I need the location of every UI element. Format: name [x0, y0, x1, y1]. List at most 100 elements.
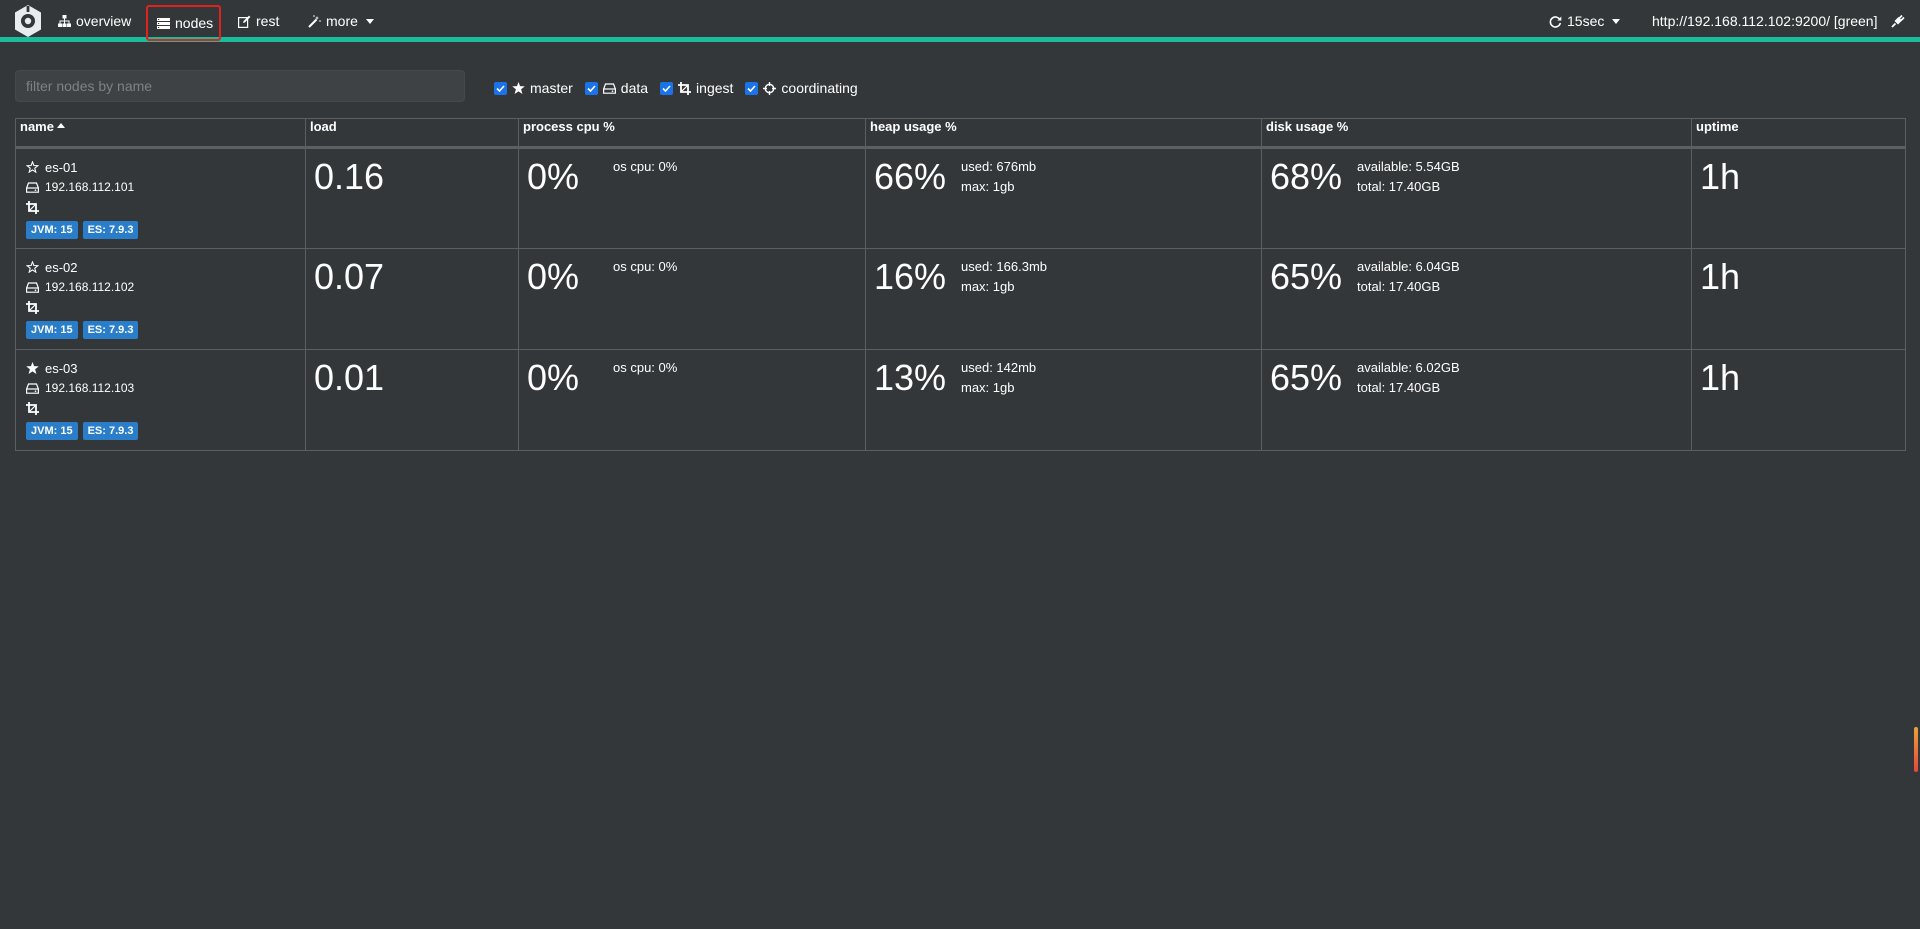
cerebro-logo-icon[interactable]: [13, 4, 43, 38]
chevron-down-icon: [365, 18, 374, 24]
column-header-name[interactable]: name: [15, 118, 306, 149]
server-icon: [157, 17, 170, 29]
node-info: es-01 192.168.112.101 JVM: 15 ES: 7.9.3: [16, 149, 305, 239]
data-checkbox[interactable]: [584, 81, 598, 95]
disk-total: total: 17.40GB: [1357, 179, 1441, 194]
node-name[interactable]: es-01: [45, 160, 78, 175]
heap-max: max: 1gb: [961, 380, 1015, 395]
node-name-line: es-01: [26, 157, 297, 177]
os-cpu-value: os cpu: 0%: [613, 259, 678, 274]
jvm-badge: JVM: 15: [26, 422, 78, 440]
column-header-load-label: load: [310, 119, 337, 134]
role-filter-coordinating[interactable]: coordinating: [745, 80, 858, 96]
disconnect-button[interactable]: [1882, 6, 1914, 36]
node-name[interactable]: es-03: [45, 361, 78, 376]
crop-icon: [26, 200, 39, 214]
node-ip-line: 192.168.112.102: [26, 277, 297, 297]
load-value: 0.01: [314, 357, 385, 398]
table-row: es-02 192.168.112.102 JVM: 15 ES: 7.9.3 …: [15, 248, 1906, 350]
role-filter-ingest[interactable]: ingest: [660, 80, 733, 96]
role-filter-ingest-label: ingest: [696, 80, 734, 96]
role-filter-master[interactable]: master: [494, 80, 573, 96]
disk-value: 65%: [1270, 357, 1343, 398]
role-filter-data[interactable]: data: [584, 80, 649, 96]
scroll-indicator[interactable]: [1914, 727, 1918, 772]
sort-asc-icon: [56, 123, 65, 128]
nav-rest[interactable]: rest: [229, 6, 288, 36]
uptime-value: 1h: [1700, 357, 1741, 398]
cluster-connection[interactable]: http://192.168.112.102:9200/ [green]: [1643, 6, 1886, 36]
node-ingest-line: [26, 398, 297, 418]
heap-value: 16%: [874, 256, 947, 297]
column-header-disk[interactable]: disk usage %: [1261, 118, 1692, 149]
top-navbar: overview nodes rest more 15sec http://19…: [0, 0, 1920, 42]
cpu-value: 0%: [527, 256, 580, 297]
edit-icon: [238, 15, 251, 28]
nav-more-label: more: [326, 13, 358, 29]
node-name-line: es-03: [26, 358, 297, 378]
nav-overview[interactable]: overview: [49, 6, 140, 36]
column-header-cpu[interactable]: process cpu %: [518, 118, 866, 149]
hdd-icon: [602, 82, 616, 94]
version-badges: JVM: 15 ES: 7.9.3: [26, 221, 297, 239]
table-row: es-03 192.168.112.103 JVM: 15 ES: 7.9.3 …: [15, 349, 1906, 451]
column-header-heap-label: heap usage %: [870, 119, 957, 134]
heap-used: used: 142mb: [961, 360, 1037, 375]
master-checkbox[interactable]: [494, 81, 507, 95]
nav-rest-label: rest: [256, 13, 280, 29]
coordinating-checkbox[interactable]: [745, 81, 759, 95]
plug-icon: [1891, 14, 1905, 28]
nav-overview-label: overview: [76, 13, 132, 29]
hdd-icon: [26, 181, 39, 193]
nodes-table: name load process cpu % heap usage % dis…: [15, 118, 1906, 451]
heap-used: used: 166.3mb: [961, 259, 1048, 274]
disk-available: available: 6.04GB: [1357, 259, 1460, 274]
load-value: 0.07: [314, 256, 385, 297]
uptime-value: 1h: [1700, 256, 1741, 297]
disk-available: available: 5.54GB: [1357, 159, 1460, 174]
es-version-badge: ES: 7.9.3: [82, 321, 139, 339]
heap-used: used: 676mb: [961, 159, 1037, 174]
refresh-interval-dropdown[interactable]: 15sec: [1540, 6, 1629, 36]
heap-value: 13%: [874, 357, 947, 398]
os-cpu-value: os cpu: 0%: [613, 159, 678, 174]
column-header-cpu-label: process cpu %: [523, 119, 615, 134]
chevron-down-icon: [1612, 18, 1621, 24]
hdd-icon: [26, 281, 39, 293]
os-cpu-value: os cpu: 0%: [613, 360, 678, 375]
table-row: es-01 192.168.112.101 JVM: 15 ES: 7.9.3 …: [15, 147, 1906, 249]
node-ingest-line: [26, 297, 297, 317]
column-header-uptime-label: uptime: [1696, 119, 1739, 134]
star-outline-icon: [26, 261, 39, 273]
node-ip-line: 192.168.112.101: [26, 177, 297, 197]
star-icon: [512, 82, 525, 94]
role-filter-master-label: master: [530, 80, 573, 96]
ingest-checkbox[interactable]: [660, 81, 674, 95]
disk-value: 65%: [1270, 256, 1343, 297]
role-filter-data-label: data: [620, 80, 649, 96]
role-filter-coordinating-label: coordinating: [781, 80, 858, 96]
sitemap-icon: [58, 15, 71, 27]
cpu-value: 0%: [527, 156, 580, 197]
node-info: es-03 192.168.112.103 JVM: 15 ES: 7.9.3: [16, 350, 305, 440]
star-filled-icon: [26, 362, 39, 374]
node-name[interactable]: es-02: [45, 260, 78, 275]
node-ip: 192.168.112.101: [45, 180, 135, 194]
crop-icon: [26, 300, 39, 314]
jvm-badge: JVM: 15: [26, 221, 78, 239]
column-header-load[interactable]: load: [305, 118, 519, 149]
node-filter-input[interactable]: [15, 70, 465, 102]
refresh-interval-label: 15sec: [1567, 13, 1605, 29]
load-value: 0.16: [314, 156, 385, 197]
crosshairs-icon: [763, 81, 777, 95]
nav-nodes-label: nodes: [175, 15, 214, 31]
nav-more[interactable]: more: [299, 6, 383, 36]
es-version-badge: ES: 7.9.3: [82, 422, 139, 440]
wand-icon: [308, 14, 321, 28]
column-header-heap[interactable]: heap usage %: [865, 118, 1262, 149]
star-outline-icon: [26, 161, 39, 173]
version-badges: JVM: 15 ES: 7.9.3: [26, 321, 297, 339]
nav-nodes[interactable]: nodes: [146, 5, 221, 41]
column-header-uptime[interactable]: uptime: [1691, 118, 1906, 149]
heap-value: 66%: [874, 156, 947, 197]
